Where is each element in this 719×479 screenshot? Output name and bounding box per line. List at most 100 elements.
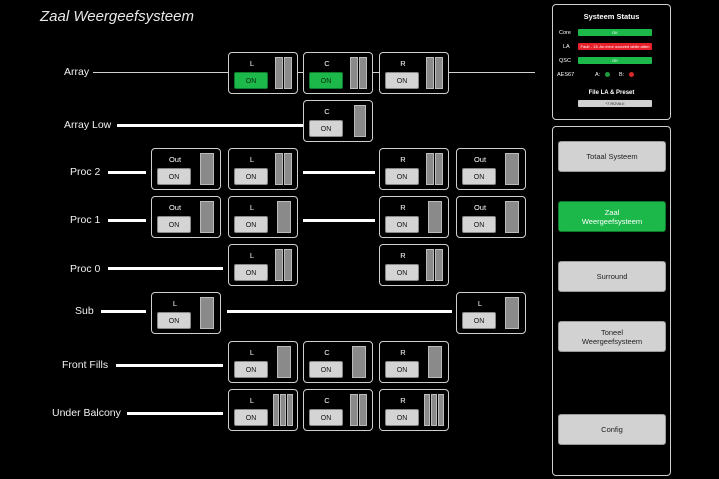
level-meter	[275, 249, 283, 281]
channel-label: L	[249, 396, 255, 405]
navigation-panel: Totaal Systeem Zaal Weergeefsysteem Surr…	[552, 126, 671, 476]
front-fills-c-on-button[interactable]: ON	[309, 361, 343, 378]
front-fills-r-on-button[interactable]: ON	[385, 361, 419, 378]
proc1-l-on-button[interactable]: ON	[234, 216, 268, 233]
file-preset-title: File LA & Preset	[588, 90, 635, 96]
channel-label: L	[172, 299, 178, 308]
under-balcony-connector-line	[127, 412, 223, 415]
proc0-l-on-button[interactable]: ON	[234, 264, 268, 281]
aes67-b-status-icon	[629, 72, 634, 77]
level-meter	[426, 249, 434, 281]
under-balcony-c-block: C ON	[303, 389, 373, 431]
proc1-connector-line-left	[108, 219, 146, 222]
channel-label: R	[400, 59, 406, 68]
sub-l-left-on-button[interactable]: ON	[157, 312, 191, 329]
proc1-out-left-on-button[interactable]: ON	[157, 216, 191, 233]
proc1-r-block: R ON	[379, 196, 449, 238]
front-fills-c-block: C ON	[303, 341, 373, 383]
level-meter	[426, 57, 434, 89]
proc1-out-right-block: Out ON	[456, 196, 526, 238]
level-meter	[431, 394, 437, 426]
row-label-proc0: Proc 0	[70, 263, 101, 275]
status-title: Systeem Status	[583, 12, 640, 21]
proc2-out-right-on-button[interactable]: ON	[462, 168, 496, 185]
row-label-under-balcony: Under Balcony	[52, 407, 121, 419]
front-fills-l-on-button[interactable]: ON	[234, 361, 268, 378]
proc0-r-on-button[interactable]: ON	[385, 264, 419, 281]
channel-label: L	[249, 348, 255, 357]
level-meter	[428, 346, 442, 378]
page-title: Zaal Weergeefsysteem	[40, 8, 194, 25]
proc2-l-on-button[interactable]: ON	[234, 168, 268, 185]
level-meter	[280, 394, 286, 426]
channel-label: R	[400, 396, 406, 405]
channel-label: C	[324, 348, 330, 357]
nav-zaal-weergeefsysteem-button[interactable]: Zaal Weergeefsysteem	[558, 201, 666, 232]
aes67-a-status-icon	[605, 72, 610, 77]
proc0-l-block: L ON	[228, 244, 298, 286]
level-meter	[438, 394, 444, 426]
system-status-panel: Systeem Status Core OK LA Fault - 13: An…	[552, 4, 671, 120]
nav-totaal-systeem-button[interactable]: Totaal Systeem	[558, 141, 666, 172]
channel-label: L	[249, 203, 255, 212]
level-meter	[284, 249, 292, 281]
channel-label: Out	[168, 155, 182, 164]
level-meter	[277, 201, 291, 233]
core-label: Core	[559, 30, 571, 36]
nav-surround-button[interactable]: Surround	[558, 261, 666, 292]
under-balcony-l-on-button[interactable]: ON	[234, 409, 268, 426]
proc0-r-block: R ON	[379, 244, 449, 286]
channel-label: R	[400, 203, 406, 212]
array-low-c-block: C ON	[303, 100, 373, 142]
proc2-out-left-block: Out ON	[151, 148, 221, 190]
channel-label: L	[249, 59, 255, 68]
proc1-r-on-button[interactable]: ON	[385, 216, 419, 233]
nav-toneel-weergeefsysteem-button[interactable]: Toneel Weergeefsysteem	[558, 321, 666, 352]
proc1-out-right-on-button[interactable]: ON	[462, 216, 496, 233]
array-r-on-button[interactable]: ON	[385, 72, 419, 89]
level-meter	[350, 57, 358, 89]
channel-label: R	[400, 348, 406, 357]
row-label-proc2: Proc 2	[70, 166, 101, 178]
level-meter	[435, 57, 443, 89]
proc1-l-block: L ON	[228, 196, 298, 238]
level-meter	[350, 394, 358, 426]
la-label: LA	[563, 44, 570, 50]
nav-config-button[interactable]: Config	[558, 414, 666, 445]
proc2-out-left-on-button[interactable]: ON	[157, 168, 191, 185]
channel-label: C	[324, 107, 330, 116]
under-balcony-c-on-button[interactable]: ON	[309, 409, 343, 426]
proc0-connector-line	[108, 267, 223, 270]
channel-label: Out	[473, 155, 487, 164]
array-l-on-button[interactable]: ON	[234, 72, 268, 89]
aes67-b-label: B:	[619, 72, 625, 78]
array-c-on-button[interactable]: ON	[309, 72, 343, 89]
level-meter	[505, 153, 519, 185]
channel-label: L	[249, 155, 255, 164]
proc1-out-left-block: Out ON	[151, 196, 221, 238]
level-meter	[435, 153, 443, 185]
proc2-l-block: L ON	[228, 148, 298, 190]
row-label-array: Array	[64, 66, 90, 78]
array-low-connector-line	[117, 124, 303, 127]
level-meter	[505, 201, 519, 233]
level-meter	[284, 153, 292, 185]
sub-l-right-on-button[interactable]: ON	[462, 312, 496, 329]
level-meter	[200, 201, 214, 233]
channel-label: C	[324, 59, 330, 68]
level-meter	[275, 153, 283, 185]
level-meter	[287, 394, 293, 426]
proc2-r-block: R ON	[379, 148, 449, 190]
level-meter	[277, 346, 291, 378]
under-balcony-l-block: L ON	[228, 389, 298, 431]
aes67-label: AES67	[557, 72, 575, 78]
under-balcony-r-on-button[interactable]: ON	[385, 409, 419, 426]
proc2-connector-line-left	[108, 171, 146, 174]
level-meter	[273, 394, 279, 426]
row-label-array-low: Array Low	[64, 119, 112, 131]
core-status-bar: OK	[578, 29, 652, 36]
qsc-status-bar: OK	[578, 57, 652, 64]
proc2-r-on-button[interactable]: ON	[385, 168, 419, 185]
array-low-c-on-button[interactable]: ON	[309, 120, 343, 137]
level-meter	[359, 394, 367, 426]
